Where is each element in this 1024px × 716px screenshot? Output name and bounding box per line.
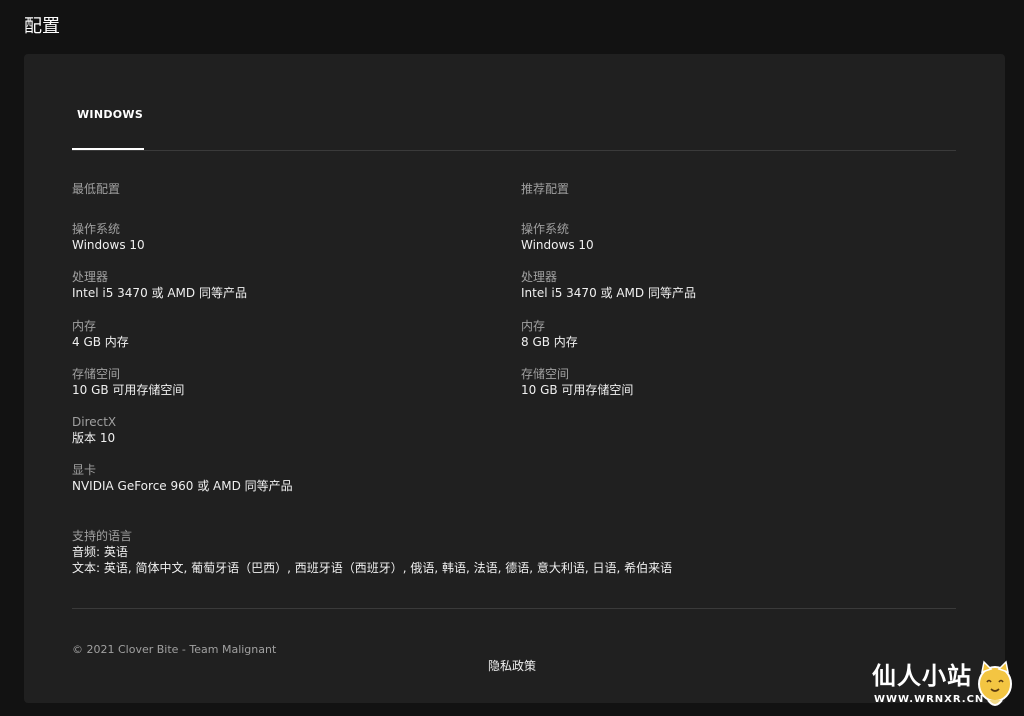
spec-value: 版本 10 bbox=[72, 431, 116, 446]
spec-storage: 存储空间 10 GB 可用存储空间 bbox=[521, 366, 941, 414]
privacy-policy-link[interactable]: 隐私政策 bbox=[488, 658, 536, 674]
tab-windows-label: WINDOWS bbox=[77, 108, 144, 121]
watermark-logo: 仙人小站 WWW.WRNXR.CN bbox=[870, 660, 1020, 712]
page-title: 配置 bbox=[24, 16, 60, 37]
platform-tabbar: WINDOWS bbox=[72, 54, 956, 151]
spec-cpu: 处理器 Intel i5 3470 或 AMD 同等产品 bbox=[521, 269, 941, 317]
spec-label: 显卡 bbox=[72, 463, 97, 478]
spec-value: 10 GB 可用存储空间 bbox=[72, 382, 185, 397]
spec-value: Intel i5 3470 或 AMD 同等产品 bbox=[521, 286, 696, 301]
spec-value: 10 GB 可用存储空间 bbox=[521, 382, 634, 397]
supported-languages: 支持的语言 音频: 英语 文本: 英语, 简体中文, 葡萄牙语（巴西）, 西班牙… bbox=[72, 528, 932, 576]
spec-label: 存储空间 bbox=[521, 366, 570, 381]
spec-label: 处理器 bbox=[521, 270, 558, 285]
audio-languages: 音频: 英语 bbox=[72, 545, 128, 559]
spec-value: 8 GB 内存 bbox=[521, 334, 578, 349]
spec-directx: DirectX 版本 10 bbox=[72, 414, 492, 462]
recommended-heading: 推荐配置 bbox=[521, 182, 570, 196]
spec-memory: 内存 8 GB 内存 bbox=[521, 318, 941, 366]
recommended-requirements: 推荐配置 操作系统 Windows 10 处理器 Intel i5 3470 或… bbox=[521, 181, 941, 414]
watermark-url: WWW.WRNXR.CN bbox=[874, 694, 985, 705]
spec-os: 操作系统 Windows 10 bbox=[521, 221, 941, 269]
spec-graphics: 显卡 NVIDIA GeForce 960 或 AMD 同等产品 bbox=[72, 462, 492, 510]
spec-value: Windows 10 bbox=[521, 238, 594, 252]
minimum-requirements: 最低配置 操作系统 Windows 10 处理器 Intel i5 3470 或… bbox=[72, 181, 492, 511]
spec-value: Windows 10 bbox=[72, 238, 145, 252]
copyright-text: © 2021 Clover Bite - Team Malignant bbox=[72, 643, 277, 656]
spec-label: 处理器 bbox=[72, 270, 109, 285]
spec-label: 内存 bbox=[521, 318, 546, 333]
tab-windows[interactable]: WINDOWS bbox=[72, 106, 144, 150]
spec-value: Intel i5 3470 或 AMD 同等产品 bbox=[72, 286, 247, 301]
spec-storage: 存储空间 10 GB 可用存储空间 bbox=[72, 366, 492, 414]
text-languages: 文本: 英语, 简体中文, 葡萄牙语（巴西）, 西班牙语（西班牙）, 俄语, 韩… bbox=[72, 561, 673, 575]
system-requirements-card: WINDOWS 最低配置 操作系统 Windows 10 处理器 Intel i… bbox=[24, 54, 1005, 703]
spec-label: 存储空间 bbox=[72, 366, 121, 381]
spec-cpu: 处理器 Intel i5 3470 或 AMD 同等产品 bbox=[72, 269, 492, 317]
spec-label: 内存 bbox=[72, 318, 97, 333]
minimum-heading: 最低配置 bbox=[72, 182, 121, 196]
spec-label: DirectX bbox=[72, 415, 117, 430]
footer-divider bbox=[72, 608, 956, 609]
spec-value: NVIDIA GeForce 960 或 AMD 同等产品 bbox=[72, 479, 293, 494]
spec-value: 4 GB 内存 bbox=[72, 334, 129, 349]
languages-label: 支持的语言 bbox=[72, 529, 133, 543]
spec-label: 操作系统 bbox=[72, 222, 121, 236]
spec-label: 操作系统 bbox=[521, 222, 570, 236]
cat-face-icon bbox=[974, 660, 1016, 712]
spec-memory: 内存 4 GB 内存 bbox=[72, 318, 492, 366]
watermark-title: 仙人小站 bbox=[872, 662, 972, 690]
spec-os: 操作系统 Windows 10 bbox=[72, 221, 492, 269]
